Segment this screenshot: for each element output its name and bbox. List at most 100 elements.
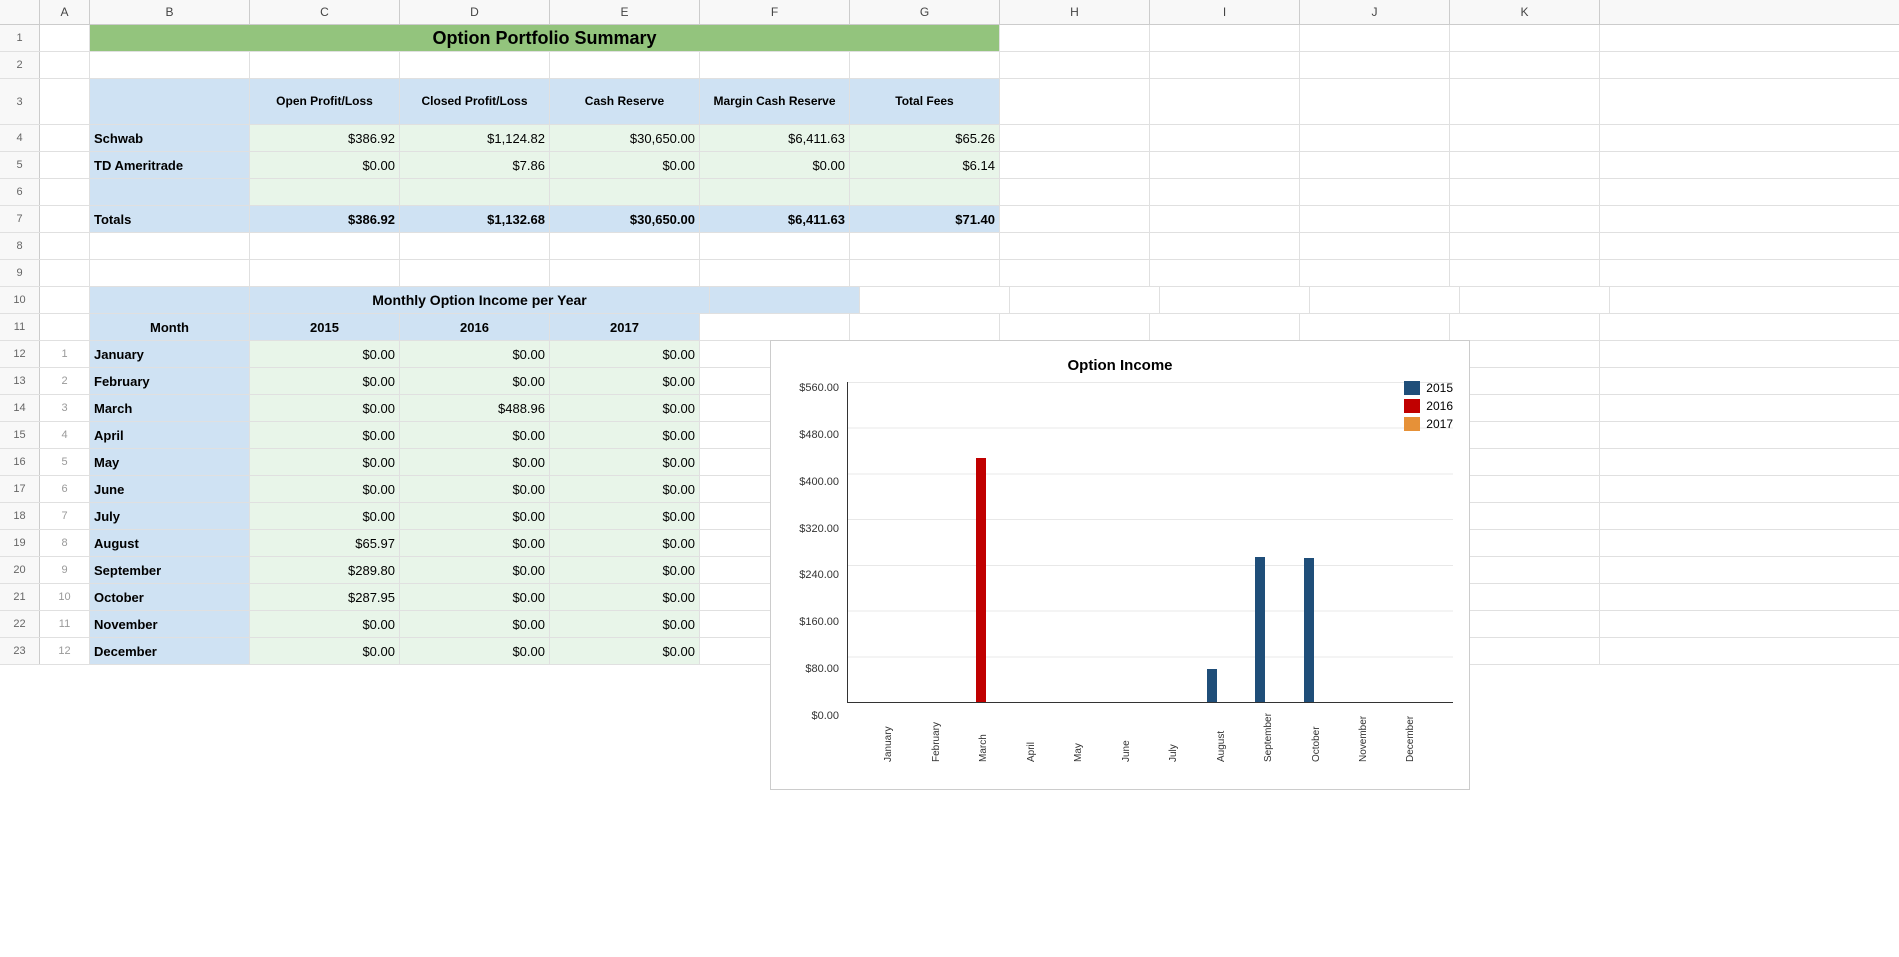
- cell-10k[interactable]: [1460, 287, 1610, 313]
- cell-5k[interactable]: [1450, 152, 1600, 178]
- cell-10g[interactable]: [860, 287, 1010, 313]
- cell-10a[interactable]: [40, 287, 90, 313]
- cell-6d[interactable]: [400, 179, 550, 205]
- cell-7i[interactable]: [1150, 206, 1300, 232]
- cell-2h[interactable]: [1000, 52, 1150, 78]
- cell-11f[interactable]: [700, 314, 850, 340]
- cell-2e[interactable]: [550, 52, 700, 78]
- cell-2j[interactable]: [1300, 52, 1450, 78]
- cell-9b[interactable]: [90, 260, 250, 286]
- cell-8i[interactable]: [1150, 233, 1300, 259]
- cell-8k[interactable]: [1450, 233, 1600, 259]
- cell-8j[interactable]: [1300, 233, 1450, 259]
- cell-5j[interactable]: [1300, 152, 1450, 178]
- cell-9f[interactable]: [700, 260, 850, 286]
- cell-22k[interactable]: [1450, 611, 1600, 637]
- cell-4a[interactable]: [40, 125, 90, 151]
- cell-9e[interactable]: [550, 260, 700, 286]
- cell-9i[interactable]: [1150, 260, 1300, 286]
- cell-4j[interactable]: [1300, 125, 1450, 151]
- cell-2f[interactable]: [700, 52, 850, 78]
- cell-10h[interactable]: [1010, 287, 1160, 313]
- cell-9k[interactable]: [1450, 260, 1600, 286]
- cell-23b-month: December: [90, 638, 250, 664]
- cell-4k[interactable]: [1450, 125, 1600, 151]
- cell-6b[interactable]: [90, 179, 250, 205]
- cell-9j[interactable]: [1300, 260, 1450, 286]
- cell-11j[interactable]: [1300, 314, 1450, 340]
- cell-19k[interactable]: [1450, 530, 1600, 556]
- cell-9h[interactable]: [1000, 260, 1150, 286]
- cell-8c[interactable]: [250, 233, 400, 259]
- cell-9a[interactable]: [40, 260, 90, 286]
- cell-4h[interactable]: [1000, 125, 1150, 151]
- cell-7j[interactable]: [1300, 206, 1450, 232]
- cell-13k[interactable]: [1450, 368, 1600, 394]
- cell-7k[interactable]: [1450, 206, 1600, 232]
- cell-8b[interactable]: [90, 233, 250, 259]
- cell-16k[interactable]: [1450, 449, 1600, 475]
- cell-8h[interactable]: [1000, 233, 1150, 259]
- cell-1k[interactable]: [1450, 25, 1600, 51]
- cell-6h[interactable]: [1000, 179, 1150, 205]
- cell-10j[interactable]: [1310, 287, 1460, 313]
- cell-6g[interactable]: [850, 179, 1000, 205]
- cell-20k[interactable]: [1450, 557, 1600, 583]
- cell-21k[interactable]: [1450, 584, 1600, 610]
- cell-14k[interactable]: [1450, 395, 1600, 421]
- col-header-j: J: [1300, 0, 1450, 24]
- cell-2c[interactable]: [250, 52, 400, 78]
- cell-1i[interactable]: [1150, 25, 1300, 51]
- cell-15k[interactable]: [1450, 422, 1600, 448]
- cell-3k[interactable]: [1450, 79, 1600, 124]
- cell-21e: $0.00: [550, 584, 700, 610]
- cell-6e[interactable]: [550, 179, 700, 205]
- cell-8f[interactable]: [700, 233, 850, 259]
- cell-17k[interactable]: [1450, 476, 1600, 502]
- cell-1j[interactable]: [1300, 25, 1450, 51]
- cell-8g[interactable]: [850, 233, 1000, 259]
- cell-11a[interactable]: [40, 314, 90, 340]
- cell-6i[interactable]: [1150, 179, 1300, 205]
- cell-8d[interactable]: [400, 233, 550, 259]
- cell-7a[interactable]: [40, 206, 90, 232]
- cell-5a[interactable]: [40, 152, 90, 178]
- cell-5h[interactable]: [1000, 152, 1150, 178]
- cell-9d[interactable]: [400, 260, 550, 286]
- cell-8e[interactable]: [550, 233, 700, 259]
- row-num-7: 7: [0, 206, 40, 232]
- cell-10i[interactable]: [1160, 287, 1310, 313]
- cell-12k[interactable]: [1450, 341, 1600, 367]
- cell-2g[interactable]: [850, 52, 1000, 78]
- cell-9c[interactable]: [250, 260, 400, 286]
- cell-6c[interactable]: [250, 179, 400, 205]
- cell-3j[interactable]: [1300, 79, 1450, 124]
- chart-title: Option Income: [787, 357, 1453, 374]
- cell-2b[interactable]: [90, 52, 250, 78]
- cell-3a[interactable]: [40, 79, 90, 124]
- cell-9g[interactable]: [850, 260, 1000, 286]
- cell-11h[interactable]: [1000, 314, 1150, 340]
- cell-2a[interactable]: [40, 52, 90, 78]
- cell-4i[interactable]: [1150, 125, 1300, 151]
- cell-11g[interactable]: [850, 314, 1000, 340]
- cell-6k[interactable]: [1450, 179, 1600, 205]
- cell-1h[interactable]: [1000, 25, 1150, 51]
- cell-2d[interactable]: [400, 52, 550, 78]
- cell-11k[interactable]: [1450, 314, 1600, 340]
- cell-23k[interactable]: [1450, 638, 1600, 664]
- cell-7h[interactable]: [1000, 206, 1150, 232]
- cell-18k[interactable]: [1450, 503, 1600, 529]
- row-num-13: 13: [0, 368, 40, 394]
- cell-6j[interactable]: [1300, 179, 1450, 205]
- cell-6f[interactable]: [700, 179, 850, 205]
- cell-6a[interactable]: [40, 179, 90, 205]
- cell-3h[interactable]: [1000, 79, 1150, 124]
- cell-1a[interactable]: [40, 25, 90, 51]
- cell-2k[interactable]: [1450, 52, 1600, 78]
- cell-3i[interactable]: [1150, 79, 1300, 124]
- cell-5i[interactable]: [1150, 152, 1300, 178]
- cell-8a[interactable]: [40, 233, 90, 259]
- cell-11i[interactable]: [1150, 314, 1300, 340]
- cell-2i[interactable]: [1150, 52, 1300, 78]
